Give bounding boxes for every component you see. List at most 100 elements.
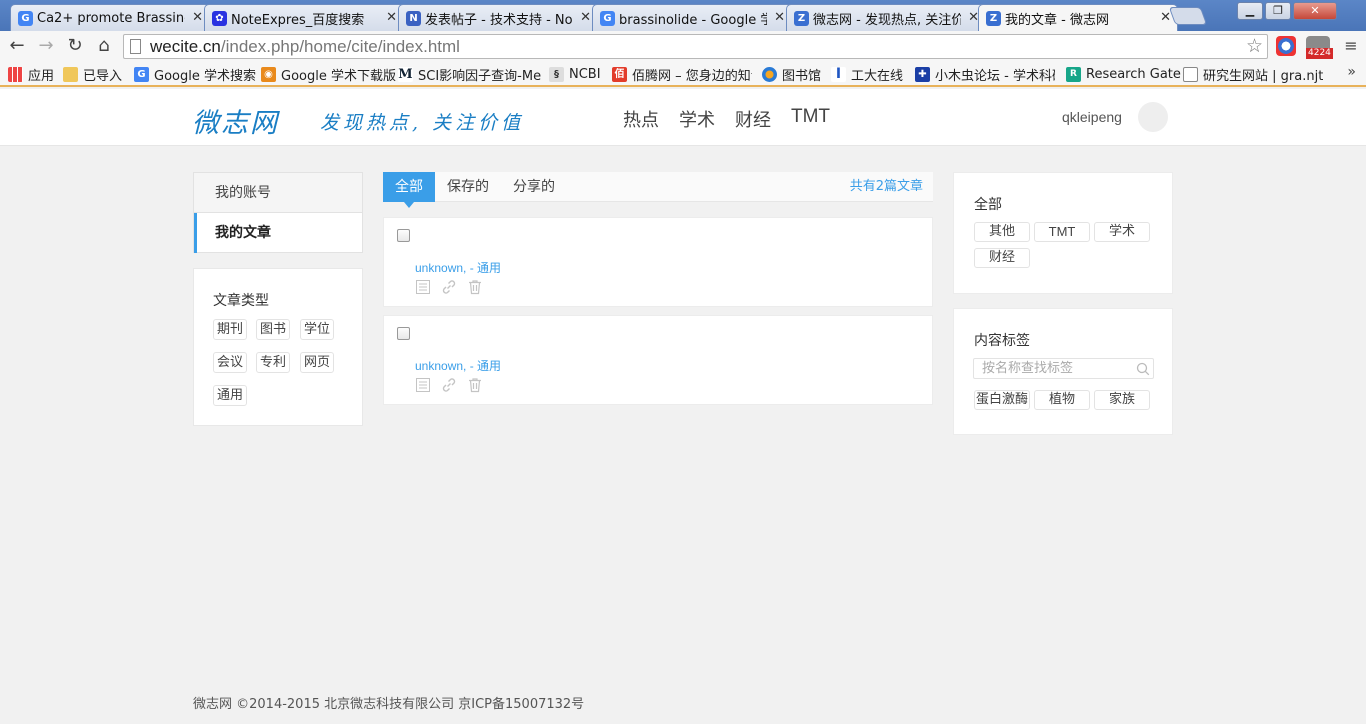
tag-plant[interactable]: 植物 — [1034, 390, 1090, 410]
tab-all[interactable]: 全部 — [383, 172, 435, 208]
trash-icon[interactable] — [467, 377, 483, 393]
bookmark-star-icon[interactable]: ☆ — [1246, 35, 1263, 57]
browser-tab-5[interactable]: Z 微志网 - 发现热点, 关注价 ✕ — [786, 4, 986, 31]
article-types-panel: 文章类型 期刊 图书 学位 会议 专利 网页 通用 — [193, 268, 363, 426]
restore-icon[interactable]: ❐ — [1265, 2, 1291, 20]
category-all[interactable]: 全部 — [974, 194, 1002, 214]
type-degree[interactable]: 学位 — [300, 319, 335, 340]
browser-tab-6-active[interactable]: Z 我的文章 - 微志网 ✕ — [978, 4, 1178, 31]
category-other[interactable]: 其他 — [974, 222, 1030, 242]
window-close-icon[interactable]: ✕ — [1293, 2, 1337, 20]
account-menu: 我的账号 我的文章 — [193, 172, 363, 253]
close-tab-icon[interactable]: ✕ — [774, 10, 785, 25]
nav-hot[interactable]: 热点 — [623, 106, 659, 132]
link-icon[interactable] — [441, 279, 457, 295]
bookmark-researchgate[interactable]: R Research Gate — [1066, 65, 1181, 83]
url-text[interactable]: wecite.cn/index.php/home/cite/index.html — [150, 37, 460, 57]
bookmark-gongda[interactable]: I 工大在线 — [831, 65, 903, 84]
home-icon[interactable]: ⌂ — [93, 35, 115, 57]
category-tmt[interactable]: TMT — [1034, 222, 1090, 242]
bookmark-graduate[interactable]: 研究生网站 | gra.njte — [1183, 65, 1323, 83]
google-scholar-icon: G — [134, 66, 149, 82]
address-bar[interactable]: wecite.cn/index.php/home/cite/index.html… — [123, 34, 1268, 59]
tab-shared[interactable]: 分享的 — [513, 172, 555, 202]
tag-protein-kinase[interactable]: 蛋白激酶 — [974, 390, 1030, 410]
menu-icon[interactable]: ≡ — [1340, 35, 1362, 57]
back-arrow-icon[interactable]: ← — [6, 35, 28, 57]
nav-finance[interactable]: 财经 — [735, 106, 771, 132]
tab-saved[interactable]: 保存的 — [447, 172, 489, 202]
close-tab-icon[interactable]: ✕ — [580, 10, 591, 25]
tab-title: Ca2+ promote Brassinol — [37, 10, 185, 26]
browser-tab-1[interactable]: G Ca2+ promote Brassinol ✕ — [10, 4, 210, 31]
type-general[interactable]: 通用 — [213, 385, 248, 406]
type-conference[interactable]: 会议 — [213, 352, 248, 373]
tab-title: 我的文章 - 微志网 — [1005, 12, 1109, 28]
extension-icon[interactable] — [1276, 36, 1296, 56]
bookmarks-overflow-icon[interactable]: » — [1347, 64, 1356, 80]
bookmark-baiteng[interactable]: 佰佰腾网 – 您身边的知识 — [612, 65, 752, 83]
browser-tab-2[interactable]: ✿ NoteExpres_百度搜索 ✕ — [204, 4, 404, 31]
type-webpage[interactable]: 网页 — [300, 352, 335, 373]
details-list-icon[interactable] — [415, 377, 431, 393]
avatar[interactable] — [1138, 102, 1168, 132]
details-list-icon[interactable] — [415, 279, 431, 295]
ncbi-icon: § — [549, 66, 564, 82]
article-meta[interactable]: unknown, - 通用 — [415, 259, 501, 276]
close-tab-icon[interactable]: ✕ — [1160, 10, 1171, 25]
mail-extension-icon[interactable]: 4224 — [1306, 36, 1333, 59]
bookmark-apps[interactable]: 应用 — [8, 65, 54, 84]
link-icon[interactable] — [441, 377, 457, 393]
browser-tab-3[interactable]: N 发表帖子 - 技术支持 - No ✕ — [398, 4, 598, 31]
browser-tab-4[interactable]: G brassinolide - Google 学 ✕ — [592, 4, 792, 31]
bookmark-imported[interactable]: 已导入 — [63, 65, 123, 84]
google-scholar-icon: G — [18, 11, 33, 26]
page-icon — [1183, 66, 1198, 82]
trash-icon[interactable] — [467, 279, 483, 295]
type-journal[interactable]: 期刊 — [213, 319, 248, 340]
tag-family[interactable]: 家族 — [1094, 390, 1150, 410]
bookmark-google-scholar-dl[interactable]: ◉ Google 学术下载版 — [261, 65, 396, 84]
close-tab-icon[interactable]: ✕ — [192, 10, 203, 25]
menu-my-account[interactable]: 我的账号 — [194, 173, 362, 213]
tag-search-input[interactable] — [973, 358, 1154, 379]
close-tab-icon[interactable]: ✕ — [386, 10, 397, 25]
article-meta[interactable]: unknown, - 通用 — [415, 357, 501, 374]
site-logo[interactable]: 微志网 — [192, 101, 279, 140]
bookmark-label: Research Gate — [1086, 66, 1181, 82]
browser-toolbar: ← → ↻ ⌂ wecite.cn/index.php/home/cite/in… — [0, 31, 1366, 61]
category-finance[interactable]: 财经 — [974, 248, 1030, 268]
bookmark-label: 已导入 — [83, 68, 123, 84]
forward-arrow-icon[interactable]: → — [35, 35, 57, 57]
minimize-icon[interactable]: ▁ — [1237, 2, 1263, 20]
researchgate-icon: R — [1066, 66, 1081, 82]
category-academic[interactable]: 学术 — [1094, 222, 1150, 242]
bookmark-ncbi[interactable]: § NCBI — [549, 65, 601, 83]
apps-grid-icon — [8, 66, 23, 82]
bookmark-xiaomuchong[interactable]: ✚ 小木虫论坛 - 学术科研 — [915, 65, 1055, 83]
google-scholar-icon: G — [600, 11, 615, 26]
bookmark-google-scholar[interactable]: G Google 学术搜索 — [134, 65, 256, 84]
article-count: 共有2篇文章 — [849, 179, 923, 194]
noteexpress-icon: N — [406, 11, 421, 26]
article-types-title: 文章类型 — [213, 293, 269, 309]
footer-copyright: 微志网 ©2014-2015 北京微志科技有限公司 京ICP备15007132号 — [193, 697, 585, 712]
username[interactable]: qkleipeng — [1062, 109, 1122, 125]
search-icon[interactable] — [1136, 362, 1150, 376]
tab-title: 微志网 - 发现热点, 关注价 — [813, 12, 961, 28]
bookmark-library[interactable]: 图书馆 — [762, 65, 821, 84]
article-checkbox[interactable] — [397, 229, 410, 242]
menu-my-articles[interactable]: 我的文章 — [194, 213, 362, 253]
nav-tmt[interactable]: TMT — [791, 106, 830, 132]
xiaomuchong-icon: ✚ — [915, 66, 930, 82]
url-path: /index.php/home/cite/index.html — [220, 37, 460, 56]
nav-academic[interactable]: 学术 — [679, 106, 715, 132]
type-patent[interactable]: 专利 — [256, 352, 291, 373]
bookmark-sci[interactable]: M SCI影响因子查询-Me — [398, 65, 542, 84]
type-book[interactable]: 图书 — [256, 319, 291, 340]
article-checkbox[interactable] — [397, 327, 410, 340]
bookmark-label: SCI影响因子查询-Me — [418, 68, 542, 84]
reload-icon[interactable]: ↻ — [64, 35, 86, 57]
new-tab-button[interactable] — [1168, 7, 1208, 25]
baidu-paw-icon: ✿ — [212, 11, 227, 26]
